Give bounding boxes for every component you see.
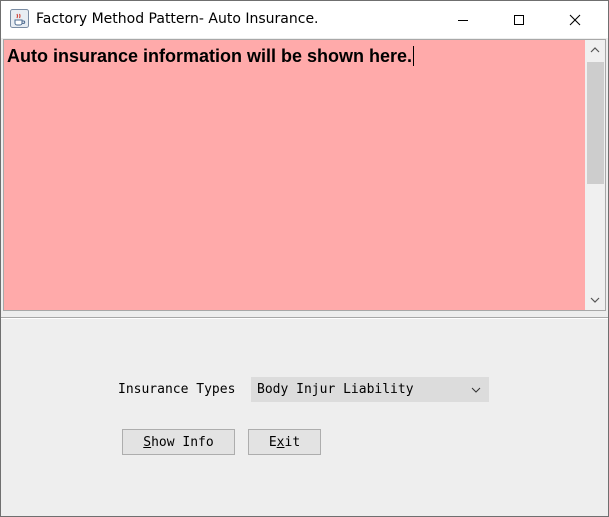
- window-title: Factory Method Pattern- Auto Insurance.: [36, 11, 319, 27]
- insurance-types-value: Body Injur Liability: [257, 382, 414, 397]
- maximize-icon: [514, 14, 524, 25]
- close-icon: [569, 14, 581, 25]
- title-bar[interactable]: Factory Method Pattern- Auto Insurance.: [1, 1, 608, 38]
- split-divider-highlight: [1, 318, 608, 319]
- minimize-icon: [458, 19, 468, 21]
- exit-label-end: it: [284, 434, 301, 450]
- info-text: Auto insurance information will be shown…: [7, 46, 415, 66]
- scroll-up-button[interactable]: [585, 40, 605, 60]
- text-caret: [413, 46, 415, 66]
- minimize-button[interactable]: [440, 1, 486, 38]
- chevron-down-icon: [471, 387, 481, 393]
- scroll-down-button[interactable]: [585, 290, 605, 310]
- chevron-up-icon: [590, 47, 600, 53]
- exit-button[interactable]: Ex it: [248, 429, 321, 455]
- scroll-thumb[interactable]: [587, 62, 604, 184]
- java-cup-icon: [10, 9, 29, 28]
- info-text-area[interactable]: Auto insurance information will be shown…: [3, 39, 606, 311]
- insurance-types-label: Insurance Types: [118, 382, 236, 397]
- vertical-scrollbar[interactable]: [585, 40, 605, 310]
- insurance-types-select[interactable]: Body Injur Liability: [251, 377, 489, 402]
- exit-label-start: E: [268, 434, 277, 450]
- show-info-label: how Info: [151, 434, 214, 450]
- app-window: Factory Method Pattern- Auto Insurance. …: [0, 0, 609, 517]
- show-info-mnemonic: S: [143, 434, 152, 450]
- close-button[interactable]: [552, 1, 598, 38]
- show-info-button[interactable]: Show Info: [122, 429, 235, 455]
- maximize-button[interactable]: [496, 1, 542, 38]
- exit-mnemonic: x: [276, 434, 285, 450]
- chevron-down-icon: [590, 297, 600, 303]
